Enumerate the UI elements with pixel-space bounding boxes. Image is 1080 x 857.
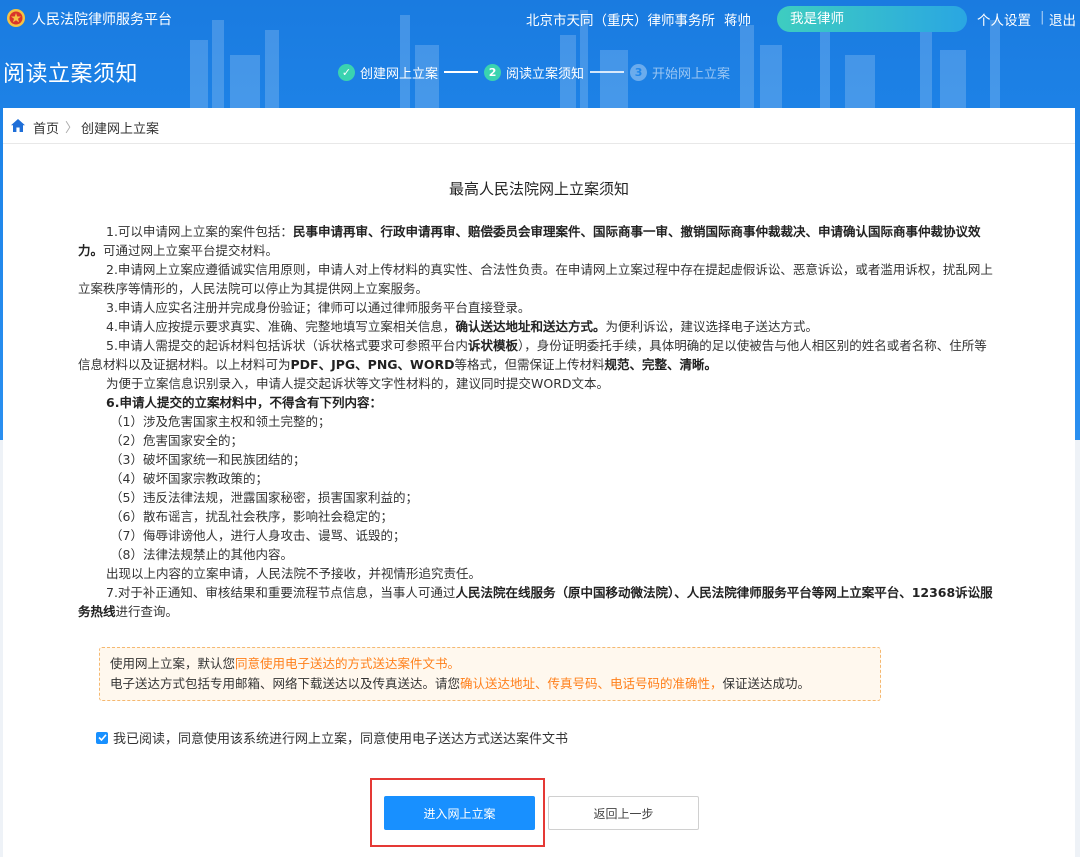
back-button[interactable]: 返回上一步 xyxy=(548,796,699,830)
step-1-label: 创建网上立案 xyxy=(360,66,439,82)
notice-text: 7.对于补正通知、审核结果和重要流程节点信息，当事人可通过 xyxy=(106,585,456,600)
list-item: （4）破坏国家宗教政策的； xyxy=(110,471,268,486)
logout-link[interactable]: 退出 xyxy=(1049,9,1076,29)
notice-bold: 诉状模板 xyxy=(467,338,518,353)
list-item: （1）涉及危害国家主权和领土完整的； xyxy=(110,414,331,429)
notice-paragraph-5-note: 为便于立案信息识别录入，申请人提交起诉状等文字性材料的，建议同时提交WORD文本… xyxy=(106,376,610,391)
step-3-number: 3 xyxy=(630,63,648,81)
notice-paragraph-6: 6.申请人提交的立案材料中，不得含有下列内容： xyxy=(78,393,998,412)
home-icon[interactable] xyxy=(11,119,25,132)
list-item: （8）法律法规禁止的其他内容。 xyxy=(110,547,293,562)
list-item: （3）破坏国家统一和民族团结的； xyxy=(110,452,306,467)
notice-paragraph-2: 2.申请网上立案应遵循诚实信用原则，申请人对上传材料的真实性、合法性负责。在申请… xyxy=(78,262,993,296)
agreement-checkbox[interactable] xyxy=(96,731,108,744)
electronic-delivery-tip: 使用网上立案，默认您同意使用电子送达的方式送达案件文书。 电子送达方式包括专用邮… xyxy=(99,647,881,701)
notice-paragraph-7: 7.对于补正通知、审核结果和重要流程节点信息，当事人可通过人民法院在线服务（原中… xyxy=(78,583,998,621)
tip-text: 保证送达成功。 xyxy=(722,676,811,691)
agreement-checkbox-row[interactable]: 我已阅读，同意使用该系统进行网上立案，同意使用电子送达方式送达案件文书 xyxy=(96,728,568,747)
notice-paragraph-1: 1.可以申请网上立案的案件包括：民事申请再审、行政申请再审、赔偿委员会审理案件、… xyxy=(78,222,998,260)
step-connector xyxy=(590,71,625,73)
agreement-label: 我已阅读，同意使用该系统进行网上立案，同意使用电子送达方式送达案件文书 xyxy=(113,732,569,747)
breadcrumb-current: 创建网上立案 xyxy=(81,122,160,137)
list-item: （7）侮辱诽谤他人，进行人身攻击、谩骂、诋毁的； xyxy=(110,528,406,543)
notice-bold: 6.申请人提交的立案材料中，不得含有下列内容： xyxy=(106,395,382,410)
check-icon: ✓ xyxy=(338,63,355,81)
law-firm-name: 北京市天同（重庆）律师事务所 xyxy=(526,13,715,29)
step-2-label: 阅读立案须知 xyxy=(506,66,585,82)
tip-text: 使用网上立案，默认您 xyxy=(110,656,236,671)
notice-bold: 确认送达地址和送达方式。 xyxy=(455,319,606,334)
role-switch[interactable]: 我是律师 xyxy=(777,6,967,32)
checkmark-icon xyxy=(97,734,107,742)
list-item: （6）散布谣言，扰乱社会秩序，影响社会稳定的； xyxy=(110,509,393,524)
notice-text: 为便利诉讼，建议选择电子送达方式。 xyxy=(605,319,818,334)
notice-text: 进行查询。 xyxy=(115,604,179,619)
header-divider: | xyxy=(1040,9,1045,25)
step-2-number: 2 xyxy=(484,63,502,81)
list-item: （5）违反法律法规，泄露国家秘密，损害国家利益的； xyxy=(110,490,418,505)
notice-paragraph-3: 3.申请人应实名注册并完成身份验证；律师可以通过律师服务平台直接登录。 xyxy=(106,300,531,315)
personal-settings-link[interactable]: 个人设置 xyxy=(977,9,1031,29)
notice-bold: 规范、完整、清晰。 xyxy=(604,357,717,372)
tip-text: 电子送达方式包括专用邮箱、网络下载送达以及传真送达。请您 xyxy=(110,676,461,691)
court-emblem-icon xyxy=(7,9,25,27)
notice-paragraph-6-note: 出现以上内容的立案申请，人民法院不予接收，并视情形追究责任。 xyxy=(106,566,482,581)
list-item: （2）危害国家安全的； xyxy=(110,433,243,448)
notice-text: 等格式，但需保证上传材料 xyxy=(454,357,605,372)
top-bar: 人民法院律师服务平台 北京市天同（重庆）律师事务所 蒋帅 我是律师 个人设置 |… xyxy=(0,0,1080,36)
notice-title: 最高人民法院网上立案须知 xyxy=(448,180,629,198)
notice-bold: PDF、JPG、PNG、WORD xyxy=(290,357,455,372)
notice-text: 5.申请人需提交的起诉材料包括诉状（诉状格式要求可参照平台内 xyxy=(106,338,468,353)
content-card: 首页 〉 创建网上立案 最高人民法院网上立案须知 1.可以申请网上立案的案件包括… xyxy=(3,108,1075,857)
tip-line-2: 电子送达方式包括专用邮箱、网络下载送达以及传真送达。请您确认送达地址、传真号码、… xyxy=(110,674,870,694)
breadcrumb-separator: 〉 xyxy=(65,121,79,136)
enter-online-filing-button[interactable]: 进入网上立案 xyxy=(384,796,535,830)
breadcrumb: 首页 〉 创建网上立案 xyxy=(3,108,1075,144)
page-title: 阅读立案须知 xyxy=(3,62,139,87)
notice-body: 1.可以申请网上立案的案件包括：民事申请再审、行政申请再审、赔偿委员会审理案件、… xyxy=(78,222,998,621)
app-title: 人民法院律师服务平台 xyxy=(32,12,172,28)
tip-highlight: 同意使用电子送达的方式送达案件文书。 xyxy=(235,656,461,671)
tip-highlight: 确认送达地址、传真号码、电话号码的准确性， xyxy=(460,676,723,691)
notice-text: 可通过网上立案平台提交材料。 xyxy=(103,243,279,258)
notice-text: 1.可以申请网上立案的案件包括： xyxy=(106,224,293,239)
notice-text: 4.申请人应按提示要求真实、准确、完整地填写立案相关信息， xyxy=(106,319,456,334)
tip-line-1: 使用网上立案，默认您同意使用电子送达的方式送达案件文书。 xyxy=(110,654,870,674)
step-connector xyxy=(444,71,479,73)
user-name: 蒋帅 xyxy=(724,13,751,29)
breadcrumb-home[interactable]: 首页 xyxy=(33,118,59,137)
notice-paragraph-4: 4.申请人应按提示要求真实、准确、完整地填写立案相关信息，确认送达地址和送达方式… xyxy=(78,317,998,336)
notice-paragraph-5: 5.申请人需提交的起诉材料包括诉状（诉状格式要求可参照平台内诉状模板），身份证明… xyxy=(78,336,998,374)
progress-steps: ✓ 创建网上立案 2 阅读立案须知 3 开始网上立案 xyxy=(338,62,730,82)
step-3-label: 开始网上立案 xyxy=(652,66,731,82)
